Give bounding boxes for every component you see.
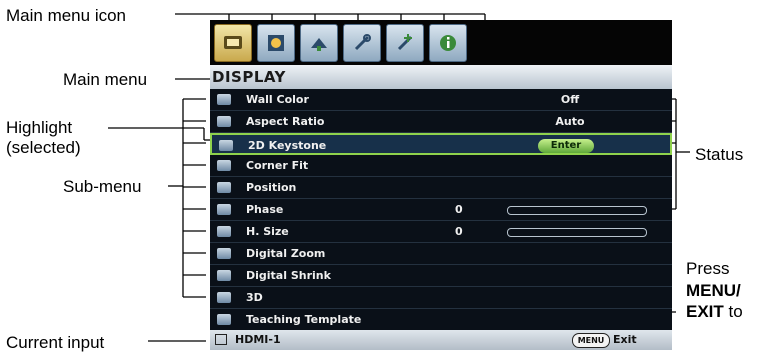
tab-system-setup-advanced[interactable] — [386, 24, 424, 62]
menu-item-label: Corner Fit — [246, 159, 309, 172]
h-size-slider[interactable] — [507, 228, 647, 237]
teaching-template-icon — [217, 314, 231, 325]
menu-button-icon: MENU — [572, 333, 610, 348]
exit-label: Exit — [613, 333, 637, 346]
phase-icon — [217, 204, 231, 215]
3d-icon — [217, 292, 231, 303]
sub-menu-list: Wall Color Off Aspect Ratio Auto 2D Keys… — [210, 89, 672, 331]
system-setup-advanced-tab-icon — [397, 34, 413, 51]
menu-item-phase[interactable]: Phase 0 — [210, 199, 672, 221]
menu-item-label: Teaching Template — [246, 313, 362, 326]
h-size-icon — [217, 226, 231, 237]
enter-button[interactable]: Enter — [538, 139, 594, 153]
main-menu-tab-bar — [210, 20, 672, 65]
tab-information[interactable] — [429, 24, 467, 62]
menu-item-aspect-ratio[interactable]: Aspect Ratio Auto — [210, 111, 672, 133]
menu-item-label: Phase — [246, 203, 284, 216]
menu-item-h-size[interactable]: H. Size 0 — [210, 221, 672, 243]
menu-item-label: Aspect Ratio — [246, 115, 325, 128]
menu-item-2d-keystone[interactable]: 2D Keystone Enter — [210, 133, 672, 155]
information-tab-icon — [440, 35, 456, 51]
digital-zoom-icon — [217, 248, 231, 259]
menu-item-position[interactable]: Position — [210, 177, 672, 199]
input-source-icon — [215, 334, 227, 345]
menu-item-3d[interactable]: 3D — [210, 287, 672, 309]
menu-item-label: Digital Zoom — [246, 247, 326, 260]
wall-color-icon — [217, 94, 231, 105]
tab-system-setup-basic[interactable] — [343, 24, 381, 62]
status-bar: HDMI-1 MENU Exit — [210, 330, 672, 350]
display-tab-icon — [224, 36, 242, 49]
tab-display[interactable] — [214, 24, 252, 62]
menu-title: DISPLAY — [210, 65, 672, 89]
menu-item-label: 2D Keystone — [248, 139, 327, 152]
menu-item-number: 0 — [455, 203, 463, 216]
menu-item-number: 0 — [455, 225, 463, 238]
menu-item-wall-color[interactable]: Wall Color Off — [210, 89, 672, 111]
digital-shrink-icon — [217, 270, 231, 281]
current-input-name: HDMI-1 — [235, 333, 281, 346]
menu-item-value: Auto — [555, 115, 585, 128]
menu-item-label: Wall Color — [246, 93, 309, 106]
menu-item-teaching-template[interactable]: Teaching Template — [210, 309, 672, 331]
position-icon — [217, 182, 231, 193]
keystone-icon — [219, 140, 233, 151]
aspect-ratio-icon — [217, 116, 231, 127]
menu-item-label: 3D — [246, 291, 263, 304]
menu-item-digital-zoom[interactable]: Digital Zoom — [210, 243, 672, 265]
menu-item-label: Digital Shrink — [246, 269, 331, 282]
menu-item-label: H. Size — [246, 225, 289, 238]
menu-item-value: Off — [560, 93, 580, 106]
tab-source[interactable] — [300, 24, 338, 62]
corner-fit-icon — [217, 160, 231, 171]
menu-item-digital-shrink[interactable]: Digital Shrink — [210, 265, 672, 287]
menu-item-label: Position — [246, 181, 297, 194]
osd-menu-panel: DISPLAY Wall Color Off Aspect Ratio Auto… — [210, 20, 672, 350]
menu-item-corner-fit[interactable]: Corner Fit — [210, 155, 672, 177]
source-tab-icon — [311, 38, 327, 51]
phase-slider[interactable] — [507, 206, 647, 215]
system-setup-basic-tab-icon — [354, 34, 371, 51]
picture-tab-icon — [268, 35, 284, 51]
tab-picture[interactable] — [257, 24, 295, 62]
